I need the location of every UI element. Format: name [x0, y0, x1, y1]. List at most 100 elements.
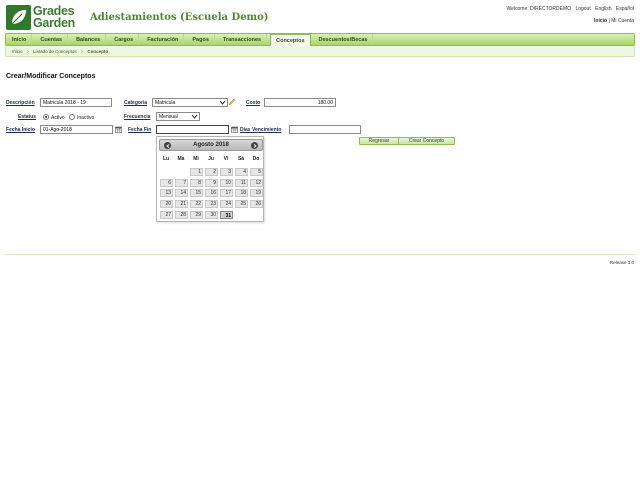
mi-cuenta-link[interactable]: Mi Cuenta [611, 18, 634, 24]
top-links: Welcome: DIRECTORDEMO Logout English Esp… [504, 6, 635, 12]
weekday-header: Do [252, 156, 260, 162]
activo-radio[interactable] [43, 114, 49, 120]
calendar-day[interactable]: 19 [250, 189, 263, 197]
datepicker: Agosto 2018 Lu Ma Mi Ju Vi Sá Do 1234567… [156, 136, 264, 222]
calendar-day[interactable]: 4 [235, 168, 248, 176]
fecha-fin-label: Fecha Fin [128, 127, 152, 133]
calendar-day[interactable]: 13 [160, 189, 173, 197]
breadcrumb-separator: > [26, 48, 30, 54]
calendar-day[interactable]: 18 [235, 189, 248, 197]
weekday-header: Ma [177, 156, 185, 162]
crear-concepto-button[interactable]: Crear Concepto [398, 137, 455, 145]
estatus-label: Estatus [18, 114, 37, 120]
inactivo-radio[interactable] [69, 114, 75, 120]
footer-divider [5, 254, 635, 255]
descripcion-label: Descripción [6, 100, 35, 106]
dias-vencimiento-label: Dias Vencimiento [240, 127, 282, 133]
english-link[interactable]: English [595, 6, 611, 12]
calendar-day[interactable]: 30 [205, 211, 218, 219]
inicio-link[interactable]: Inicio [594, 18, 607, 24]
next-month-icon[interactable] [251, 142, 258, 149]
calendar-day[interactable]: 21 [175, 200, 188, 208]
frecuencia-label: Frecuencia [124, 114, 151, 120]
frecuencia-selected-value: Mensual [159, 114, 178, 120]
calendar-day[interactable]: 25 [235, 200, 248, 208]
pencil-icon[interactable] [228, 98, 236, 106]
logo-text-line2: Garden [33, 16, 75, 30]
datepicker-title: Agosto 2018 [193, 142, 229, 148]
datepicker-header: Agosto 2018 [159, 139, 263, 151]
link-separator: | [607, 18, 610, 24]
breadcrumb: Inicio > Listado de Conceptos > Concepto [5, 46, 635, 57]
calendar-day[interactable]: 12 [250, 179, 263, 187]
frecuencia-select[interactable]: Mensual [156, 112, 200, 121]
calendar-day-selected[interactable]: 31 [220, 211, 233, 219]
weekday-header: Vi [223, 156, 229, 162]
calendar-day[interactable]: 9 [205, 179, 218, 187]
nav-balances[interactable]: Balances [71, 34, 107, 45]
grades-garden-logo[interactable]: Grades Garden [6, 5, 82, 31]
calendar-day[interactable]: 29 [190, 211, 203, 219]
nav-transacciones[interactable]: Transacciones [218, 34, 268, 45]
calendar-day[interactable]: 20 [160, 200, 173, 208]
costo-input[interactable]: 180.00 [264, 98, 336, 107]
regresar-button[interactable]: Regresar [359, 137, 399, 145]
welcome-text: Welcome: DIRECTORDEMO [506, 6, 572, 12]
calendar-day[interactable]: 23 [205, 200, 218, 208]
calendar-day[interactable]: 11 [235, 179, 248, 187]
nav-inicio[interactable]: Inicio [7, 34, 33, 45]
calendar-icon[interactable] [115, 126, 122, 133]
weekday-header: Sá [237, 156, 245, 162]
calendar-day[interactable]: 7 [175, 179, 188, 187]
calendar-day[interactable]: 14 [175, 189, 188, 197]
main-nav: Inicio Cuentas Balances Cargos Facturaci… [5, 33, 635, 46]
categoria-label: Categoría [124, 100, 148, 106]
categoria-selected-value: Matricula [155, 100, 176, 106]
release-label: Release 3.0 [609, 260, 634, 265]
descripcion-input[interactable]: Matricula 2018 - 19 [40, 98, 112, 107]
calendar-day[interactable]: 22 [190, 200, 203, 208]
activo-radio-label: Activo [51, 115, 65, 121]
logout-link[interactable]: Logout [575, 6, 590, 12]
fecha-inicio-label: Fecha Inicio [6, 127, 35, 133]
nav-cuentas[interactable]: Cuentas [35, 34, 69, 45]
app-title: Adiestamientos (Escuela Demo) [90, 12, 269, 23]
calendar-day[interactable]: 8 [190, 179, 203, 187]
weekday-header: Ju [208, 156, 214, 162]
account-links: Inicio | Mi Cuenta [594, 18, 634, 24]
calendar-day[interactable]: 16 [205, 189, 218, 197]
calendar-day[interactable]: 3 [220, 168, 233, 176]
calendar-day[interactable]: 10 [220, 179, 233, 187]
breadcrumb-listado[interactable]: Listado de Conceptos [33, 49, 77, 54]
breadcrumb-inicio[interactable]: Inicio [12, 49, 23, 54]
calendar-day[interactable]: 24 [220, 200, 233, 208]
calendar-icon[interactable] [231, 126, 238, 133]
calendar-day[interactable]: 15 [190, 189, 203, 197]
espanol-link[interactable]: Español [616, 6, 634, 12]
breadcrumb-concepto: Concepto [87, 48, 109, 54]
page-title: Crear/Modificar Conceptos [6, 73, 96, 80]
nav-descuentos-becas[interactable]: Descuentos/Becas [314, 34, 374, 45]
nav-conceptos[interactable]: Conceptos [270, 34, 311, 46]
nav-pagos[interactable]: Pagos [187, 34, 215, 45]
chevron-down-icon [191, 114, 198, 119]
nav-facturacion[interactable]: Facturación [142, 34, 185, 45]
chevron-down-icon [219, 100, 226, 105]
calendar-day[interactable]: 26 [250, 200, 263, 208]
costo-label: Costo [246, 100, 261, 106]
calendar-day[interactable]: 6 [160, 179, 173, 187]
categoria-select[interactable]: Matricula [152, 98, 228, 107]
fecha-inicio-input[interactable]: 01-Ago-2018 [40, 125, 113, 134]
fecha-fin-input[interactable] [156, 125, 229, 134]
inactivo-radio-label: Inactivo [77, 115, 95, 121]
calendar-day[interactable]: 28 [175, 211, 188, 219]
calendar-day[interactable]: 5 [250, 168, 263, 176]
calendar-day[interactable]: 17 [220, 189, 233, 197]
weekday-header: Lu [162, 156, 170, 162]
nav-cargos[interactable]: Cargos [109, 34, 140, 45]
calendar-day[interactable]: 27 [160, 211, 173, 219]
weekday-header: Mi [193, 156, 199, 162]
calendar-day[interactable]: 2 [205, 168, 218, 176]
dias-vencimiento-input[interactable] [289, 125, 361, 134]
calendar-day[interactable]: 1 [190, 168, 203, 176]
